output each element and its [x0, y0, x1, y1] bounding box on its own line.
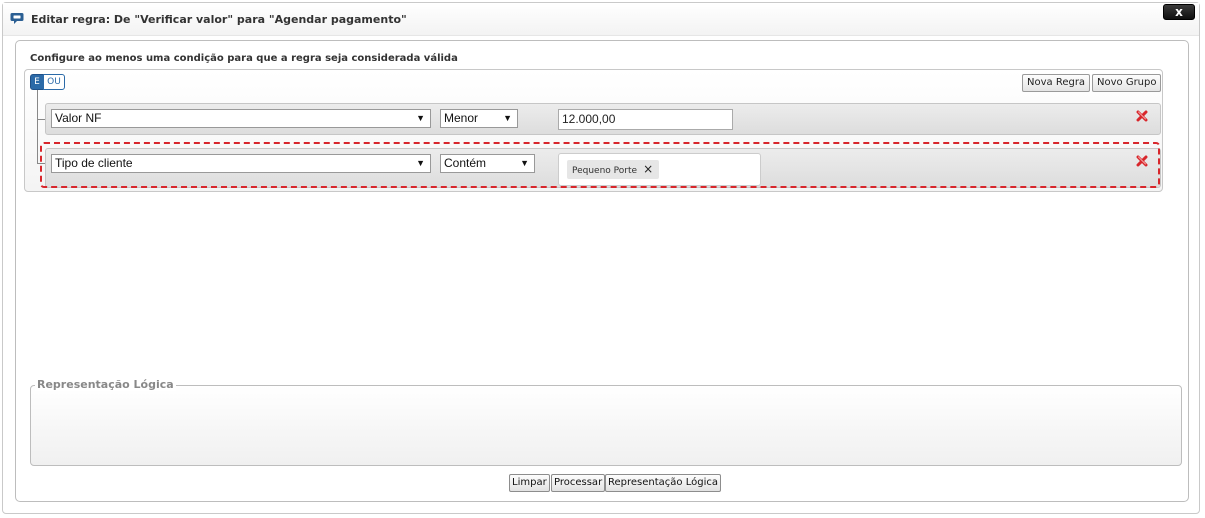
operator-select-value: Menor: [444, 111, 479, 125]
dropdown-arrow-icon: ▼: [416, 158, 425, 168]
field-select[interactable]: Valor NF ▼: [51, 109, 431, 128]
close-button[interactable]: x: [1163, 4, 1195, 20]
rule-row: Valor NF ▼ Menor ▼ 12.000,00: [45, 103, 1161, 135]
tree-connector: [37, 90, 38, 163]
tag-input[interactable]: Pequeno Porte ×: [558, 153, 761, 186]
logic-representation-button[interactable]: Representação Lógica: [605, 474, 721, 492]
and-toggle[interactable]: E: [30, 74, 44, 90]
field-select-value: Tipo de cliente: [55, 156, 133, 170]
delete-rule-icon[interactable]: [1135, 109, 1149, 123]
logic-representation-legend: Representação Lógica: [35, 378, 176, 391]
delete-rule-icon[interactable]: [1135, 154, 1149, 168]
clear-button[interactable]: Limpar: [509, 474, 550, 492]
operator-select[interactable]: Contém ▼: [440, 154, 535, 173]
rule-editor-dialog: Editar regra: De "Verificar valor" para …: [2, 2, 1200, 514]
new-group-button[interactable]: Novo Grupo: [1092, 74, 1162, 92]
dropdown-arrow-icon: ▼: [520, 158, 529, 168]
value-input[interactable]: 12.000,00: [558, 109, 733, 130]
dialog-titlebar: Editar regra: De "Verificar valor" para …: [3, 3, 1199, 36]
process-button[interactable]: Processar: [551, 474, 606, 492]
or-toggle[interactable]: OU: [43, 74, 65, 90]
instructions-text: Configure ao menos uma condição para que…: [30, 53, 458, 64]
field-select[interactable]: Tipo de cliente ▼: [51, 154, 431, 173]
chat-bubble-icon: [10, 11, 24, 25]
dialog-title: Editar regra: De "Verificar valor" para …: [31, 13, 407, 26]
rule-row: Tipo de cliente ▼ Contém ▼ Pequeno Porte…: [45, 148, 1161, 188]
tag-chip: Pequeno Porte ×: [567, 160, 660, 179]
rule-editor-panel: Configure ao menos uma condição para que…: [15, 40, 1189, 502]
dropdown-arrow-icon: ▼: [416, 113, 425, 123]
operator-select[interactable]: Menor ▼: [440, 109, 518, 128]
remove-tag-icon[interactable]: ×: [643, 162, 653, 176]
logic-representation-box: Representação Lógica: [30, 378, 1182, 466]
operator-select-value: Contém: [444, 156, 487, 170]
new-rule-button[interactable]: Nova Regra: [1022, 74, 1091, 92]
tag-label: Pequeno Porte: [572, 166, 638, 176]
dropdown-arrow-icon: ▼: [503, 113, 512, 123]
field-select-value: Valor NF: [55, 111, 102, 125]
condition-group: E OU Nova Regra Novo Grupo Valor NF ▼ Me…: [24, 69, 1163, 192]
